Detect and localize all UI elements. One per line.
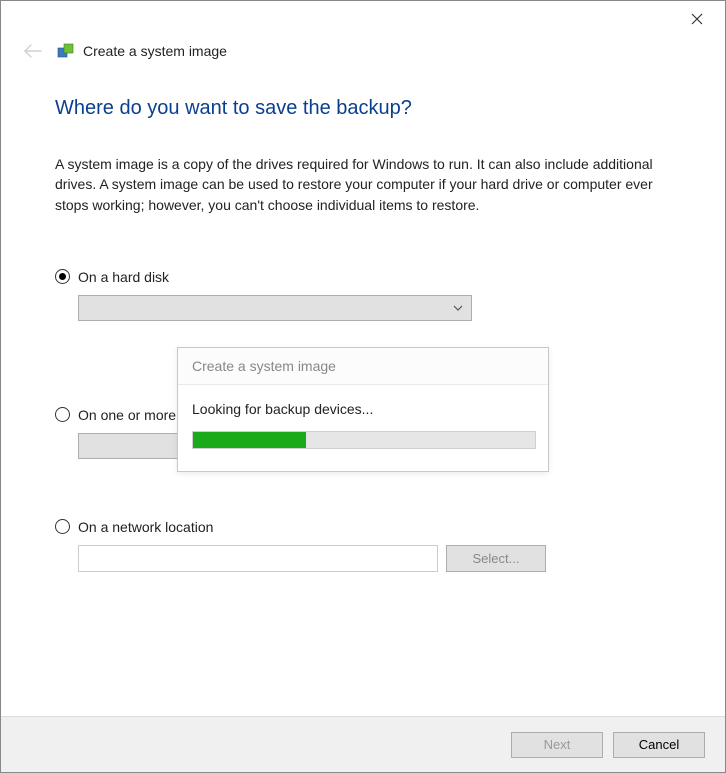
wizard-title: Create a system image bbox=[83, 43, 227, 59]
network-location-input[interactable] bbox=[78, 545, 438, 572]
cancel-button[interactable]: Cancel bbox=[613, 732, 705, 758]
wizard-content: Where do you want to save the backup? A … bbox=[1, 73, 725, 572]
titlebar bbox=[1, 1, 725, 33]
option-hard-disk: On a hard disk bbox=[55, 269, 671, 321]
progress-bar bbox=[192, 431, 536, 449]
radio-network[interactable] bbox=[55, 519, 70, 534]
progress-dialog: Create a system image Looking for backup… bbox=[177, 347, 549, 472]
progress-bar-fill bbox=[193, 432, 306, 448]
wizard-footer: Next Cancel bbox=[1, 716, 725, 772]
close-icon bbox=[691, 13, 703, 25]
close-button[interactable] bbox=[677, 5, 717, 33]
page-description: A system image is a copy of the drives r… bbox=[55, 154, 655, 215]
back-arrow-icon bbox=[24, 44, 42, 58]
system-image-icon bbox=[57, 43, 75, 59]
wizard-header: Create a system image bbox=[1, 33, 725, 73]
chevron-down-icon bbox=[453, 305, 463, 311]
radio-hard-disk-label: On a hard disk bbox=[78, 269, 169, 285]
radio-dvd[interactable] bbox=[55, 407, 70, 422]
back-button bbox=[21, 39, 45, 63]
page-heading: Where do you want to save the backup? bbox=[55, 97, 671, 120]
radio-network-label: On a network location bbox=[78, 519, 213, 535]
option-network: On a network location Select... bbox=[55, 519, 671, 572]
radio-hard-disk[interactable] bbox=[55, 269, 70, 284]
select-network-button[interactable]: Select... bbox=[446, 545, 546, 572]
progress-status-text: Looking for backup devices... bbox=[192, 401, 534, 417]
progress-dialog-title: Create a system image bbox=[178, 348, 548, 385]
hard-disk-dropdown[interactable] bbox=[78, 295, 472, 321]
next-button[interactable]: Next bbox=[511, 732, 603, 758]
radio-dvd-label: On one or more bbox=[78, 407, 176, 423]
